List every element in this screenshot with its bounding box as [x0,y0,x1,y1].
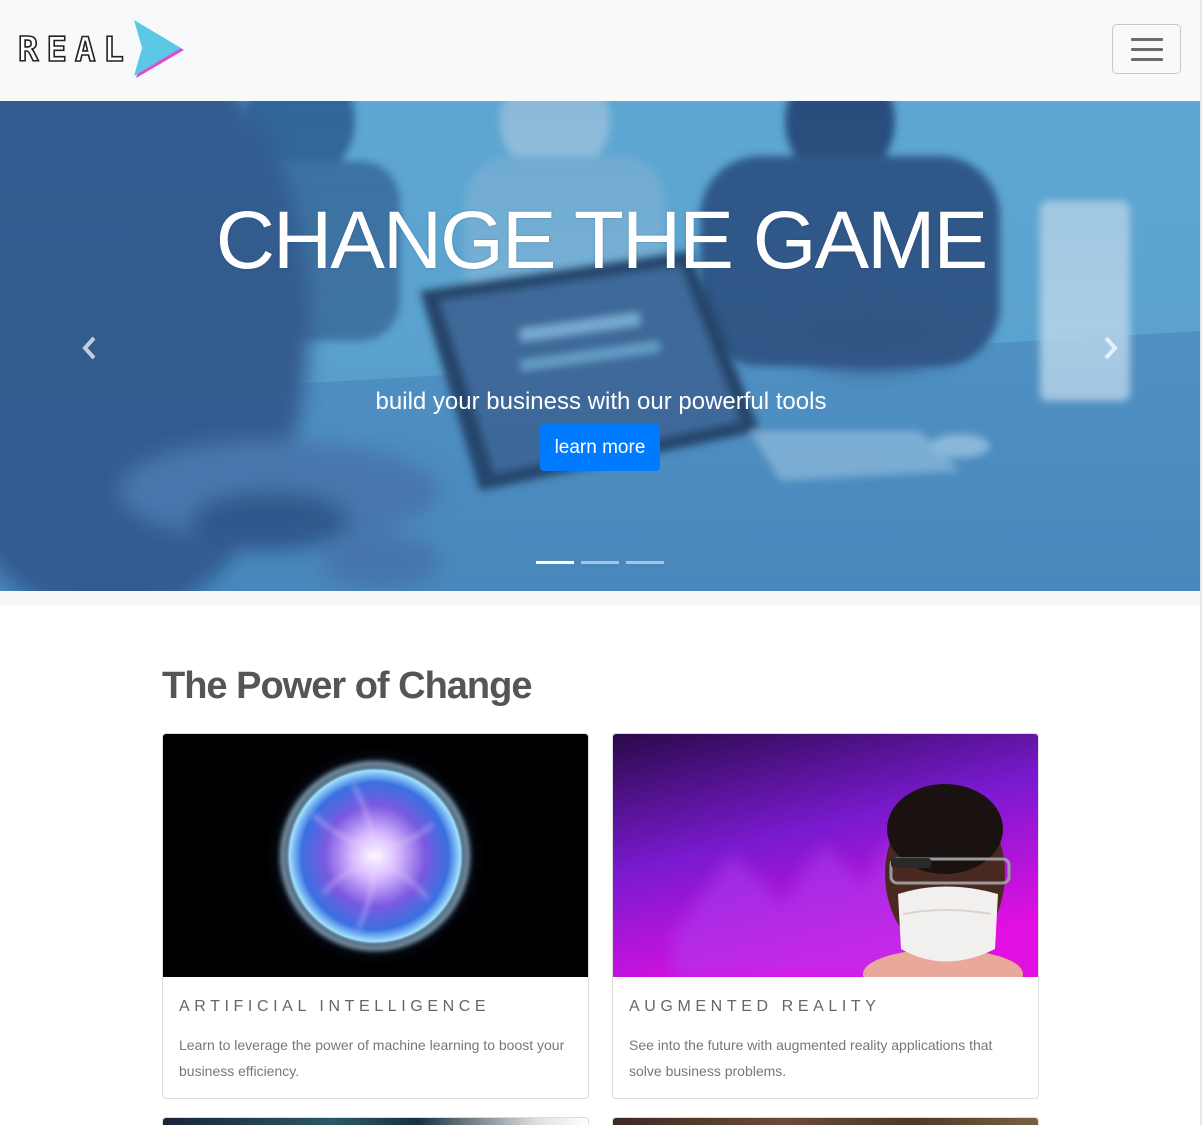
section-divider [0,591,1202,605]
energy-sphere-image [163,734,588,977]
learn-more-button[interactable]: learn more [540,424,660,471]
hero-tint-overlay [0,101,1202,591]
carousel-indicator-1[interactable] [536,561,574,564]
brand-chevron-icon [133,20,184,78]
next-card-peek [162,1117,589,1125]
carousel-next-button[interactable] [1096,333,1126,363]
ar-headset-person-image [613,734,1038,977]
card-text: See into the future with augmented reali… [629,1037,993,1079]
section-title: The Power of Change [162,665,532,707]
hero-carousel: CHANGE THE GAME build your business with… [0,101,1202,591]
carousel-indicator-2[interactable] [581,561,619,564]
carousel-prev-button[interactable] [76,333,106,363]
card-title: AUGMENTED REALITY [629,998,881,1015]
menu-toggle-button[interactable] [1112,24,1181,74]
chevron-left-icon [82,336,96,360]
card-text: Learn to leverage the power of machine l… [179,1037,565,1079]
chevron-right-icon [1104,336,1118,360]
card-image-ai [163,734,588,977]
hamburger-icon-line [1131,38,1163,41]
card-image-ar [613,734,1038,977]
hero-title: CHANGE THE GAME [215,195,988,286]
brand-logo[interactable]: REAL [17,20,186,80]
navbar: REAL [0,0,1202,101]
card-augmented-reality[interactable]: AUGMENTED REALITY See into the future wi… [612,733,1039,1099]
card-title: ARTIFICIAL INTELLIGENCE [179,998,491,1015]
hamburger-icon-line [1131,58,1163,61]
next-card-peek [612,1117,1039,1125]
brand-text: REAL [17,29,132,71]
carousel-indicators [536,561,664,564]
carousel-indicator-3[interactable] [626,561,664,564]
card-artificial-intelligence[interactable]: ARTIFICIAL INTELLIGENCE Learn to leverag… [162,733,589,1099]
hero-subtitle: build your business with our powerful to… [375,388,827,415]
hamburger-icon-line [1131,48,1163,51]
